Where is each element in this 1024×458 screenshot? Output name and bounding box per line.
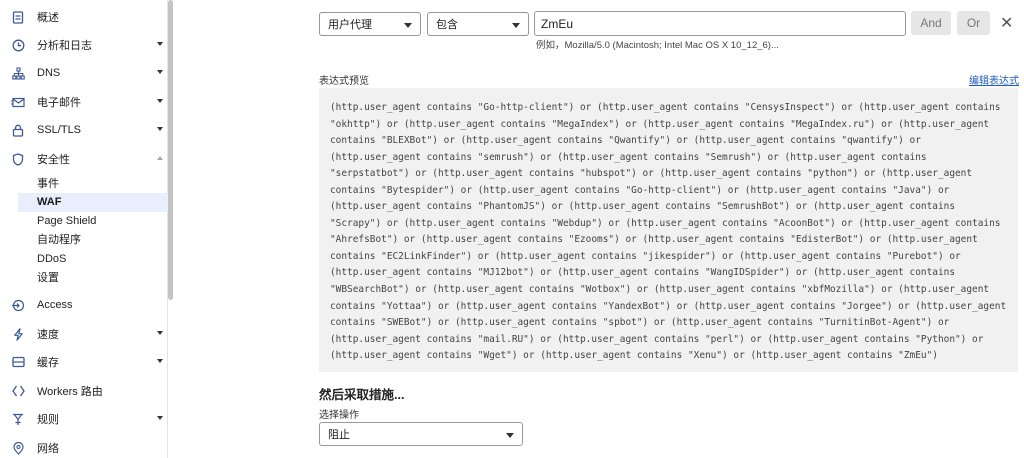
sidebar-item-label: 概述 [37, 12, 59, 24]
sidebar-item-ssl-tls[interactable]: SSL/TLS [0, 119, 168, 141]
chevron-up-icon [157, 156, 163, 160]
chevron-down-icon [157, 99, 163, 103]
sidebar-item-label: SSL/TLS [37, 124, 82, 136]
sidebar-subitem-waf[interactable]: WAF [37, 194, 61, 210]
expression-preview-label: 表达式预览 [319, 76, 369, 87]
and-button[interactable]: And [911, 11, 951, 35]
shield-icon [11, 152, 25, 166]
sidebar-item-label: Access [37, 299, 73, 311]
sidebar-item-label: DNS [37, 67, 61, 79]
value-example-hint: 例如，Mozilla/5.0 (Macintosh; Intel Mac OS … [536, 40, 779, 51]
sidebar-item-rules[interactable]: 规则 [0, 408, 168, 430]
sidebar-item-label: 分析和日志 [37, 40, 92, 52]
sidebar-item-dns[interactable]: DNS [0, 62, 168, 84]
action-section-title: 然后采取措施... [319, 388, 405, 402]
action-select-value: 阻止 [328, 429, 350, 441]
sidebar-item-workers-routes[interactable]: Workers 路由 [0, 380, 168, 402]
clock-icon [11, 38, 25, 52]
edit-expression-link[interactable]: 编辑表达式 [969, 72, 1019, 87]
close-icon[interactable]: ✕ [1000, 13, 1013, 33]
lock-icon [11, 123, 25, 137]
sidebar-subitem-page-shield[interactable]: Page Shield [37, 213, 96, 229]
access-icon [11, 298, 25, 312]
email-icon [11, 95, 25, 109]
sidebar-subitem-bots[interactable]: 自动程序 [37, 232, 81, 248]
rules-icon [11, 412, 25, 426]
main-content: 用户代理 包含 ZmEu And Or ✕ 例如，Mozilla/5.0 (Ma… [173, 0, 1024, 458]
chevron-down-icon [157, 416, 163, 420]
sidebar-item-network[interactable]: 网络 [0, 437, 168, 458]
sidebar-subitem-events[interactable]: 事件 [37, 176, 59, 192]
sidebar-item-label: 规则 [37, 414, 59, 426]
network-icon [11, 66, 25, 80]
chevron-down-icon [512, 23, 520, 28]
sidebar-item-label: 缓存 [37, 357, 59, 369]
or-button[interactable]: Or [957, 11, 990, 35]
sidebar-item-label: 速度 [37, 329, 59, 341]
operator-select-value: 包含 [436, 19, 458, 31]
sidebar-item-speed[interactable]: 速度 [0, 323, 168, 345]
expression-preview: (http.user_agent contains "Go-http-clien… [319, 88, 1018, 372]
lightning-icon [11, 327, 25, 341]
location-icon [11, 441, 25, 455]
chevron-down-icon [157, 70, 163, 74]
sidebar-item-label: 电子邮件 [37, 97, 81, 109]
sidebar-item-overview[interactable]: 概述 [0, 6, 168, 28]
chevron-down-icon [157, 127, 163, 131]
chevron-down-icon [404, 23, 412, 28]
chevron-down-icon [157, 359, 163, 363]
chevron-down-icon [157, 42, 163, 46]
operator-select[interactable]: 包含 [427, 12, 529, 36]
document-icon [11, 10, 25, 24]
sidebar-subitem-settings[interactable]: 设置 [37, 270, 59, 286]
sidebar-item-email[interactable]: 电子邮件 [0, 91, 168, 113]
value-input-text: ZmEu [541, 16, 574, 31]
value-input[interactable]: ZmEu [534, 11, 906, 36]
storage-icon [11, 355, 25, 369]
field-select-value: 用户代理 [328, 19, 372, 31]
sidebar-item-caching[interactable]: 缓存 [0, 351, 168, 373]
field-select[interactable]: 用户代理 [319, 12, 421, 36]
sidebar-item-label: 安全性 [37, 154, 70, 166]
sidebar-subitem-ddos[interactable]: DDoS [37, 251, 66, 267]
workers-icon [11, 384, 25, 398]
sidebar-item-label: Workers 路由 [37, 386, 103, 398]
action-select[interactable]: 阻止 [319, 422, 523, 446]
sidebar-item-security[interactable]: 安全性 [0, 148, 168, 170]
sidebar: 概述 分析和日志 DNS 电子邮件 SSL/TLS 安全性 事件 WAF Pag… [0, 0, 168, 458]
choose-action-label: 选择操作 [319, 410, 359, 421]
chevron-down-icon [506, 433, 514, 438]
sidebar-item-label: 网络 [37, 443, 59, 455]
sidebar-item-access[interactable]: Access [0, 294, 168, 316]
chevron-down-icon [157, 331, 163, 335]
sidebar-item-analytics[interactable]: 分析和日志 [0, 34, 168, 56]
